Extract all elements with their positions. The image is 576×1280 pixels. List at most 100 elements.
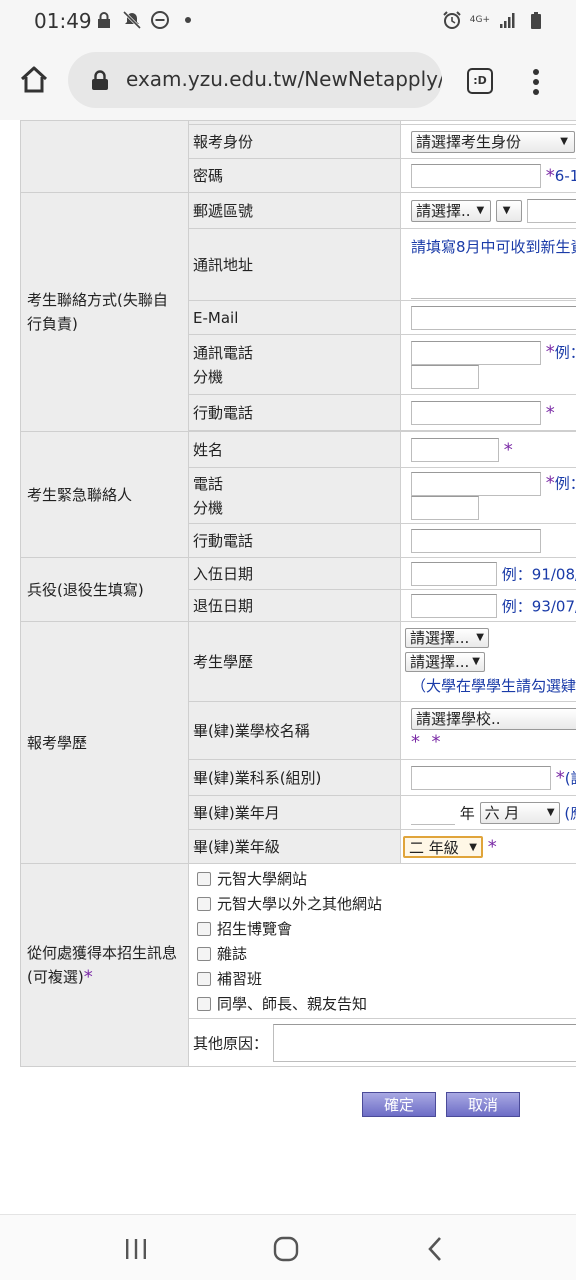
source-option-label: 雜誌 [217, 945, 248, 963]
phone-input[interactable] [411, 340, 541, 365]
alarm-icon [443, 11, 461, 29]
source-option[interactable]: 補習班 [189, 966, 576, 991]
postal-code-input[interactable] [526, 198, 576, 223]
enlist-date-input[interactable] [411, 561, 497, 586]
battery-icon [531, 12, 541, 29]
grad-year-input[interactable] [411, 800, 455, 825]
lock-icon [98, 12, 110, 28]
discharge-date-input[interactable] [411, 593, 497, 618]
section-emergency: 考生緊急聯絡人 [20, 431, 189, 558]
label-grad-date: 畢(肄)業年月 [188, 795, 401, 830]
section-source: 從何處獲得本招生訊息(可複選)* [20, 863, 189, 1067]
source-option[interactable]: 元智大學以外之其他網站 [189, 891, 576, 916]
label-identity: 報考身份 [188, 124, 401, 159]
tab-switcher-button[interactable]: :D [467, 68, 493, 94]
degree-select-1[interactable]: 請選擇... ▼ [405, 628, 489, 648]
form-buttons: 確定 取消 [0, 1092, 576, 1122]
status-bar: 01:49 4G+ [0, 0, 576, 42]
degree-hint: （大學在學學生請勾選肄 [411, 676, 576, 695]
label-postal: 郵遞區號 [188, 192, 401, 229]
label-enlist: 入伍日期 [188, 557, 401, 590]
emergency-mobile-input[interactable] [411, 528, 541, 553]
emergency-name-input[interactable] [411, 437, 499, 462]
label-grade: 畢(肄)業年級 [188, 829, 401, 864]
discharge-hint: 例：93/07/0 [501, 597, 576, 615]
address-input[interactable] [411, 259, 576, 299]
confirm-button[interactable]: 確定 [362, 1092, 436, 1117]
source-checkbox[interactable] [197, 871, 211, 886]
emergency-phone-input[interactable] [411, 471, 541, 496]
postal-district-select[interactable]: ▼ [495, 199, 522, 222]
label-address: 通訊地址 [188, 228, 401, 301]
label-password: 密碼 [188, 158, 401, 193]
phone-hint: 例： [554, 343, 576, 362]
cancel-button[interactable]: 取消 [446, 1092, 520, 1117]
label-mobile: 行動電話 [188, 394, 401, 431]
label-emergency-ext: 分機 [193, 498, 224, 517]
label-emergency-phone: 電話 [193, 474, 224, 493]
email-input[interactable] [411, 305, 576, 330]
grade-select[interactable]: 二 年級 ▼ [403, 835, 483, 858]
recent-apps-icon[interactable] [121, 1234, 151, 1264]
mobile-input[interactable] [411, 400, 541, 425]
secure-lock-icon [92, 70, 108, 90]
system-nav-bar [0, 1214, 576, 1280]
page-content: 報考身份 請選擇考生身份▼ * 密碼 *6-10 考生聯絡方式(失聯自行負責) … [0, 120, 576, 1214]
emergency-phone-hint: 例： [554, 474, 576, 493]
overflow-menu-icon[interactable] [528, 67, 544, 97]
url-text[interactable]: exam.yzu.edu.tw/NewNetapply/C [126, 67, 442, 91]
source-checkbox[interactable] [197, 996, 211, 1011]
label-phone-ext: 分機 [193, 367, 224, 386]
year-unit: 年 [459, 804, 475, 822]
section-military: 兵役(退役生填寫) [20, 557, 189, 622]
source-checkbox[interactable] [197, 946, 211, 961]
label-other-reason: 其他原因： [193, 1034, 269, 1052]
home-nav-icon[interactable] [271, 1234, 301, 1264]
status-time: 01:49 [34, 9, 92, 33]
address-hint: 請填寫8月中可收到新生資 [411, 238, 576, 256]
source-checkbox[interactable] [197, 971, 211, 986]
source-option-label: 補習班 [217, 970, 263, 988]
identity-select[interactable]: 請選擇考生身份 ▼ [411, 130, 575, 153]
emergency-ext-input[interactable] [411, 496, 479, 520]
label-department: 畢(肄)業科系(組別) [188, 759, 401, 796]
source-option-label: 招生博覽會 [217, 920, 293, 938]
mute-icon [122, 10, 142, 30]
label-email: E-Mail [188, 300, 401, 335]
network-label: 4G+ [469, 14, 490, 25]
source-checkbox[interactable] [197, 896, 211, 911]
label-degree: 考生學歷 [188, 621, 401, 702]
dot-icon [185, 17, 191, 23]
other-reason-input[interactable] [272, 1023, 576, 1062]
source-option-label: 元智大學以外之其他網站 [217, 895, 383, 913]
section-education: 報考學歷 [20, 621, 189, 864]
source-option[interactable]: 招生博覽會 [189, 916, 576, 941]
label-phone: 通訊電話 [193, 343, 254, 362]
label-discharge: 退伍日期 [188, 589, 401, 622]
label-school: 畢(肄)業學校名稱 [188, 701, 401, 760]
grad-date-hint: (應 [564, 804, 576, 822]
back-icon[interactable] [421, 1234, 451, 1264]
source-option[interactable]: 雜誌 [189, 941, 576, 966]
signal-icon [500, 13, 515, 28]
section-contact: 考生聯絡方式(失聯自行負責) [20, 192, 189, 432]
home-icon[interactable] [18, 64, 50, 96]
source-option[interactable]: 元智大學網站 [189, 866, 576, 891]
source-option[interactable]: 同學、師長、親友告知 [189, 991, 576, 1016]
source-options: 元智大學網站元智大學以外之其他網站 招生博覽會雜誌補習班同學、師長、親友告知 [188, 863, 576, 1019]
degree-select-2[interactable]: 請選擇... ▼ [405, 652, 485, 672]
source-checkbox[interactable] [197, 921, 211, 936]
section-basic [20, 120, 189, 193]
address-bar[interactable]: exam.yzu.edu.tw/NewNetapply/C [68, 52, 442, 108]
do-not-disturb-icon [151, 11, 169, 29]
school-select[interactable]: 請選擇學校.. [411, 707, 576, 730]
enlist-hint: 例：91/08/1 [501, 565, 576, 583]
password-input[interactable] [411, 163, 541, 188]
postal-city-select[interactable]: 請選擇.. ▼ [411, 199, 491, 222]
grad-month-select[interactable]: 六 月 ▼ [479, 801, 560, 824]
phone-ext-input[interactable] [411, 365, 479, 389]
browser-toolbar: exam.yzu.edu.tw/NewNetapply/C :D [0, 42, 576, 120]
label-emergency-name: 姓名 [188, 431, 401, 468]
department-input[interactable] [411, 765, 551, 790]
source-option-label: 同學、師長、親友告知 [217, 995, 368, 1013]
